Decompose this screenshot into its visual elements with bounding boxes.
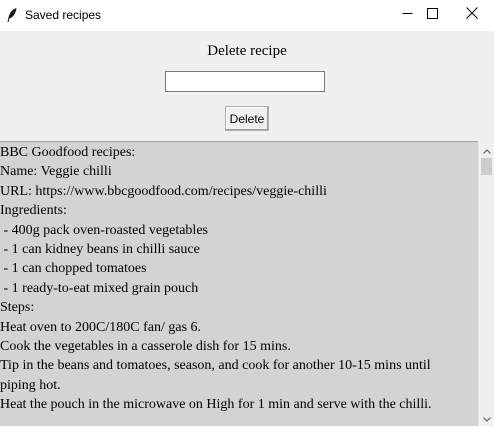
text-line: Heat the pouch in the microwave on High … [0,397,432,413]
text-line: - 1 ready-to-eat mixed grain pouch [0,280,199,296]
chevron-down-icon [483,409,491,427]
title-bar: Saved recipes [0,0,494,31]
text-line: Heat oven to 200C/180C fan/ gas 6. [0,319,202,335]
chevron-up-icon [483,141,491,159]
text-line: piping hot. [0,377,61,393]
recipes-text-area[interactable]: BBC Goodfood recipes: Name: Veggie chilli… [0,141,478,426]
feather-icon [6,7,18,23]
text-line: URL: https://www.bbcgoodfood.com/recipes… [0,183,327,199]
text-line: Tip in the beans and tomatoes, season, a… [0,358,431,374]
text-line: - 1 can chopped tomatoes [0,261,147,277]
window-title: Saved recipes [25,8,102,22]
recipe-name-input[interactable] [165,71,325,92]
delete-button[interactable]: Delete [225,106,269,131]
text-line: BBC Goodfood recipes: [0,145,136,160]
vertical-scrollbar[interactable] [478,141,494,426]
text-line: Cook the vegetables in a casserole dish … [0,339,291,355]
close-button[interactable] [450,0,494,29]
text-line: Steps: [0,300,35,316]
text-line: Name: Veggie chilli [0,164,112,180]
window-client-area: Delete recipe Delete BBC Goodfood recipe… [0,31,494,426]
maximize-button[interactable] [410,0,454,29]
text-line: - 400g pack oven-roasted vegetables [0,222,208,238]
text-line: - 1 can kidney beans in chilli sauce [0,242,200,258]
recipes-text-content: BBC Goodfood recipes: Name: Veggie chilli… [0,142,478,415]
text-line: Ingredients: [0,203,67,219]
scrollbar-thumb[interactable] [481,158,492,175]
scroll-up-button[interactable] [479,141,494,158]
delete-recipe-heading: Delete recipe [207,43,287,59]
maximize-icon [426,6,438,24]
close-icon [466,6,478,24]
scroll-down-button[interactable] [479,409,494,426]
